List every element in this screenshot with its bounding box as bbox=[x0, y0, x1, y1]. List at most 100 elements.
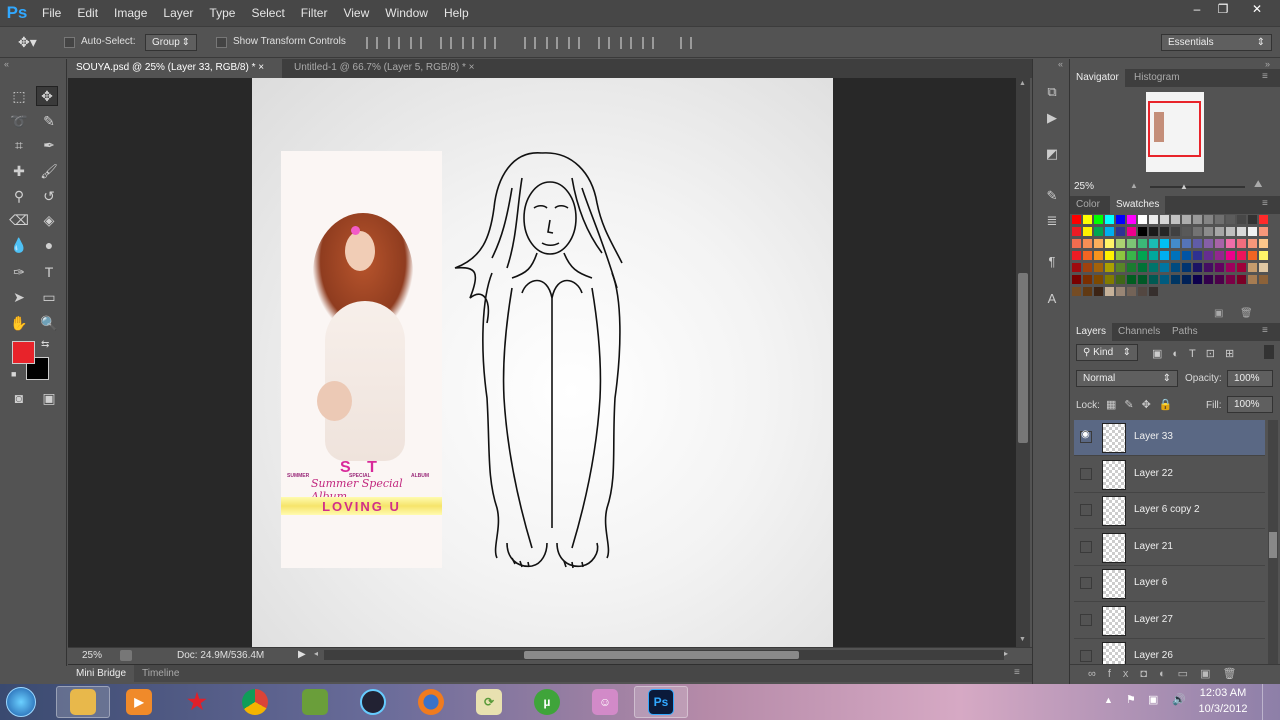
distribute-bottom-icon[interactable] bbox=[568, 37, 580, 49]
move-tool-icon[interactable]: ✥ bbox=[36, 86, 58, 106]
taskbar-app-chat[interactable]: ☺ bbox=[578, 686, 632, 718]
clock-date[interactable]: 10/3/2012 bbox=[1196, 703, 1250, 715]
swatch-cell[interactable] bbox=[1127, 227, 1136, 236]
swatch-cell[interactable] bbox=[1226, 263, 1235, 272]
swatch-cell[interactable] bbox=[1094, 239, 1103, 248]
layer-row[interactable]: Layer 26 bbox=[1074, 639, 1265, 664]
tab-navigator[interactable]: Navigator bbox=[1070, 69, 1125, 87]
eraser-tool-icon[interactable]: ⌫ bbox=[8, 210, 30, 230]
dodge-tool-icon[interactable]: ● bbox=[38, 235, 60, 255]
quick-mask-icon[interactable]: ◙ bbox=[8, 388, 30, 408]
swatch-cell[interactable] bbox=[1160, 263, 1169, 272]
swatch-cell[interactable] bbox=[1116, 275, 1125, 284]
swatch-cell[interactable] bbox=[1149, 263, 1158, 272]
canvas-area[interactable]: S T SUMMER SPECIAL ALBUM Summer Special … bbox=[68, 78, 1016, 647]
swatch-cell[interactable] bbox=[1083, 251, 1092, 260]
swatches-grid[interactable] bbox=[1070, 215, 1270, 305]
menu-filter[interactable]: Filter bbox=[293, 0, 336, 26]
character-panel-icon[interactable]: A bbox=[1043, 289, 1061, 307]
distribute-right-icon[interactable] bbox=[642, 37, 654, 49]
lock-icons[interactable]: ▦✎✥🔒 bbox=[1106, 398, 1181, 411]
swatch-cell[interactable] bbox=[1083, 227, 1092, 236]
path-selection-tool-icon[interactable]: ➤ bbox=[8, 287, 30, 307]
swatch-cell[interactable] bbox=[1138, 275, 1147, 284]
layer-row[interactable]: Layer 6 copy 2 bbox=[1074, 493, 1265, 529]
swatch-cell[interactable] bbox=[1160, 275, 1169, 284]
vertical-scrollbar[interactable]: ▲ ▼ bbox=[1016, 78, 1030, 647]
menu-layer[interactable]: Layer bbox=[155, 0, 201, 26]
align-top-icon[interactable] bbox=[366, 37, 378, 49]
clock-time[interactable]: 12:03 AM bbox=[1196, 687, 1250, 699]
panel-menu-icon[interactable]: ≡ bbox=[1014, 667, 1020, 678]
taskbar-star-app[interactable]: ★ bbox=[170, 686, 224, 718]
hand-tool-icon[interactable]: ✋ bbox=[8, 313, 30, 333]
swatch-cell[interactable] bbox=[1248, 227, 1257, 236]
swatch-cell[interactable] bbox=[1160, 239, 1169, 248]
swatch-cell[interactable] bbox=[1248, 239, 1257, 248]
document-artboard[interactable]: S T SUMMER SPECIAL ALBUM Summer Special … bbox=[252, 78, 833, 647]
swatch-cell[interactable] bbox=[1193, 227, 1202, 236]
distribute-left-icon[interactable] bbox=[598, 37, 610, 49]
navigator-zoom[interactable]: 25% bbox=[1074, 181, 1094, 192]
taskbar-media-app[interactable] bbox=[346, 686, 400, 718]
swatch-cell[interactable] bbox=[1105, 227, 1114, 236]
swatch-cell[interactable] bbox=[1138, 239, 1147, 248]
taskbar-app-green[interactable] bbox=[288, 686, 342, 718]
lasso-tool-icon[interactable]: ➰ bbox=[8, 111, 30, 131]
swatch-cell[interactable] bbox=[1083, 287, 1092, 296]
tab-swatches[interactable]: Swatches bbox=[1110, 196, 1166, 214]
visibility-toggle[interactable] bbox=[1080, 650, 1092, 662]
swatch-cell[interactable] bbox=[1204, 239, 1213, 248]
expand-dock-icon[interactable]: « bbox=[1058, 59, 1063, 69]
zoom-in-icon[interactable]: ⛰ bbox=[1254, 179, 1262, 190]
swatch-cell[interactable] bbox=[1204, 275, 1213, 284]
rectangle-tool-icon[interactable]: ▭ bbox=[38, 287, 60, 307]
tab-paths[interactable]: Paths bbox=[1166, 323, 1204, 341]
layer-row[interactable]: ◉ Layer 33 bbox=[1074, 420, 1265, 456]
layer-row[interactable]: Layer 21 bbox=[1074, 530, 1265, 566]
swatch-cell[interactable] bbox=[1171, 263, 1180, 272]
swatch-cell[interactable] bbox=[1237, 215, 1246, 224]
swatch-cell[interactable] bbox=[1248, 215, 1257, 224]
paint-bucket-tool-icon[interactable]: ◈ bbox=[38, 210, 60, 230]
auto-select-checkbox[interactable] bbox=[64, 37, 75, 48]
swatch-cell[interactable] bbox=[1215, 239, 1224, 248]
swatch-cell[interactable] bbox=[1127, 263, 1136, 272]
swap-colors-icon[interactable]: ⇆ bbox=[41, 339, 49, 350]
swatch-cell[interactable] bbox=[1138, 251, 1147, 260]
swatch-cell[interactable] bbox=[1094, 251, 1103, 260]
swatch-cell[interactable] bbox=[1237, 227, 1246, 236]
swatch-cell[interactable] bbox=[1193, 251, 1202, 260]
swatch-cell[interactable] bbox=[1237, 275, 1246, 284]
workspace-dropdown[interactable]: Essentials ⇕ bbox=[1161, 34, 1272, 51]
layers-scroll-thumb[interactable] bbox=[1269, 532, 1277, 558]
actions-panel-icon[interactable]: ▶ bbox=[1043, 109, 1061, 127]
swatch-cell[interactable] bbox=[1248, 275, 1257, 284]
swatch-cell[interactable] bbox=[1116, 287, 1125, 296]
start-button[interactable] bbox=[6, 687, 36, 717]
swatch-cell[interactable] bbox=[1171, 275, 1180, 284]
swatch-cell[interactable] bbox=[1138, 287, 1147, 296]
swatch-cell[interactable] bbox=[1182, 239, 1191, 248]
swatch-cell[interactable] bbox=[1248, 263, 1257, 272]
tab-souya[interactable]: SOUYA.psd @ 25% (Layer 33, RGB/8) * × bbox=[68, 59, 282, 78]
menu-type[interactable]: Type bbox=[201, 0, 243, 26]
scroll-right-icon[interactable]: ▸ bbox=[1004, 649, 1008, 658]
menu-help[interactable]: Help bbox=[436, 0, 477, 26]
scroll-down-icon[interactable]: ▼ bbox=[1019, 636, 1026, 643]
swatch-cell[interactable] bbox=[1226, 227, 1235, 236]
layer-row[interactable]: Layer 27 bbox=[1074, 603, 1265, 639]
swatch-cell[interactable] bbox=[1259, 239, 1268, 248]
tab-histogram[interactable]: Histogram bbox=[1128, 69, 1186, 87]
collapse-arrows-icon[interactable]: « bbox=[4, 59, 9, 69]
zoom-out-icon[interactable]: ▲ bbox=[1130, 181, 1138, 190]
swatch-cell[interactable] bbox=[1083, 239, 1092, 248]
swatch-cell[interactable] bbox=[1116, 215, 1125, 224]
swatch-cell[interactable] bbox=[1105, 251, 1114, 260]
swatch-cell[interactable] bbox=[1259, 251, 1268, 260]
brush-tool-icon[interactable]: 🖌 bbox=[38, 161, 60, 181]
layer-row[interactable]: Layer 22 bbox=[1074, 457, 1265, 493]
screen-mode-icon[interactable]: ▣ bbox=[38, 388, 60, 408]
menu-view[interactable]: View bbox=[335, 0, 377, 26]
pen-tool-icon[interactable]: ✑ bbox=[8, 262, 30, 282]
